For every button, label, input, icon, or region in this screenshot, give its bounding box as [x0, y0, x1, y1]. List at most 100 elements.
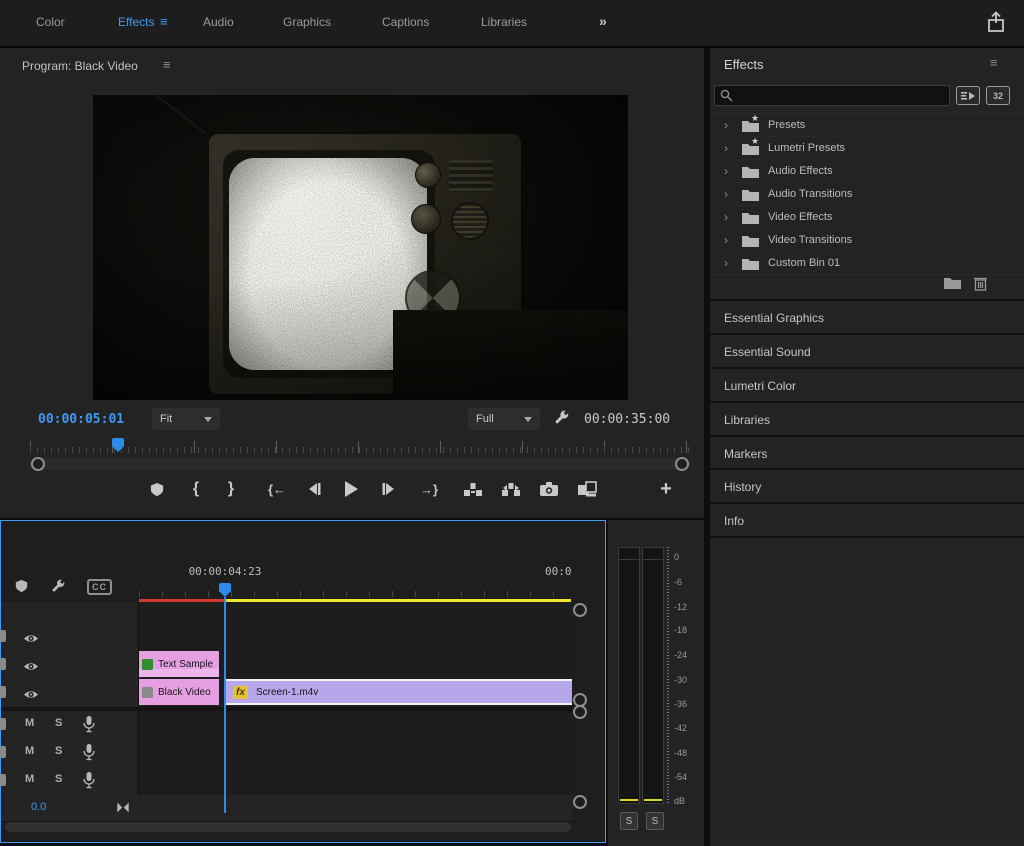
vscroll-handle[interactable] [573, 795, 587, 809]
sync-lock-icon[interactable] [0, 718, 6, 730]
tab-graphics[interactable]: Graphics [283, 15, 331, 29]
meter-level [620, 799, 638, 801]
sync-lock-icon[interactable] [0, 686, 6, 698]
expand-chevron-icon[interactable]: › [724, 164, 738, 178]
tree-item-audio-effects[interactable]: › Audio Effects [710, 160, 1024, 183]
step-back-button[interactable] [303, 478, 325, 500]
clip-text-sample[interactable]: Text Sample [139, 651, 219, 677]
mute-button[interactable]: M [25, 717, 34, 729]
panel-tab-libraries[interactable]: Libraries [710, 401, 1024, 437]
mark-in-button[interactable]: { [185, 478, 207, 500]
playback-resolution-dropdown[interactable]: Full [468, 408, 540, 430]
vscroll-handle[interactable] [573, 603, 587, 617]
voiceover-mic-icon[interactable] [83, 772, 95, 794]
accelerated-effects-filter-icon[interactable] [956, 86, 980, 105]
tab-effects[interactable]: Effects [118, 15, 154, 29]
master-gain-value[interactable]: 0.0 [31, 801, 46, 813]
panel-tab-history[interactable]: History [710, 468, 1024, 504]
tab-libraries[interactable]: Libraries [481, 15, 527, 29]
add-marker-button[interactable] [146, 478, 168, 500]
comparison-view-button[interactable] [576, 478, 598, 500]
sync-lock-icon[interactable] [0, 630, 6, 642]
workspace-menu-icon[interactable]: ≡ [160, 14, 168, 29]
expand-chevron-icon[interactable]: › [724, 210, 738, 224]
tab-captions[interactable]: Captions [382, 15, 429, 29]
effects-panel-menu-icon[interactable]: ≡ [990, 55, 998, 70]
delete-trash-icon[interactable] [974, 276, 987, 296]
program-monitor-menu-icon[interactable]: ≡ [163, 57, 171, 72]
timeline-marker-icon[interactable] [15, 579, 28, 598]
folder-icon [742, 257, 759, 270]
settings-wrench-icon[interactable] [554, 410, 570, 431]
monitor-scrollbar[interactable] [30, 457, 690, 470]
goto-out-button[interactable]: →} [414, 478, 444, 500]
mute-button[interactable]: M [25, 773, 34, 785]
step-forward-button[interactable] [378, 478, 400, 500]
sync-lock-icon[interactable] [0, 658, 6, 670]
search-input[interactable] [739, 87, 943, 106]
mark-out-button[interactable]: } [220, 478, 242, 500]
extract-button[interactable] [500, 478, 522, 500]
expand-chevron-icon[interactable]: › [724, 187, 738, 201]
tab-color[interactable]: Color [36, 15, 65, 29]
track-output-eye-icon[interactable] [23, 631, 39, 649]
fit-sequence-icon[interactable] [115, 801, 131, 819]
solo-button[interactable]: S [55, 773, 62, 785]
export-frame-camera-button[interactable] [538, 478, 560, 500]
audio-meters-panel: 0 -6 -12 -18 -24 -30 -36 -42 -48 -54 dB … [608, 520, 704, 846]
32bit-color-filter-icon[interactable]: 32 [986, 86, 1010, 105]
sync-lock-icon[interactable] [0, 774, 6, 786]
panel-tab-essential-graphics[interactable]: Essential Graphics [710, 299, 1024, 335]
vscroll-handle[interactable] [573, 705, 587, 719]
tabs-overflow-icon[interactable]: » [599, 13, 605, 29]
meter-solo-right-button[interactable]: S [646, 812, 664, 830]
clip-screen-1-m4v[interactable]: fx Screen-1.m4v [225, 679, 572, 705]
clip-black-video[interactable]: Black Video [139, 679, 219, 705]
track-output-eye-icon[interactable] [23, 659, 39, 677]
goto-in-button[interactable]: {← [262, 478, 292, 500]
panel-tab-essential-sound[interactable]: Essential Sound [710, 333, 1024, 369]
captions-cc-icon[interactable]: CC [87, 579, 112, 595]
tab-audio[interactable]: Audio [203, 15, 234, 29]
panel-tab-markers[interactable]: Markers [710, 435, 1024, 471]
button-editor-plus[interactable]: + [655, 478, 677, 500]
solo-button[interactable]: S [55, 745, 62, 757]
folder-icon [742, 211, 759, 224]
tree-item-audio-transitions[interactable]: › Audio Transitions [710, 183, 1024, 206]
sync-lock-icon[interactable] [0, 746, 6, 758]
zoom-level-dropdown[interactable]: Fit [152, 408, 220, 430]
timeline-ruler[interactable]: 00:0 [139, 565, 574, 599]
timeline-settings-wrench-icon[interactable] [51, 579, 66, 599]
effects-search-box[interactable] [714, 85, 950, 106]
expand-chevron-icon[interactable]: › [724, 141, 738, 155]
meter-solo-left-button[interactable]: S [620, 812, 638, 830]
new-custom-bin-icon[interactable] [944, 276, 961, 294]
solo-button[interactable]: S [55, 717, 62, 729]
voiceover-mic-icon[interactable] [83, 744, 95, 766]
tree-item-lumetri-presets[interactable]: › ★ Lumetri Presets [710, 137, 1024, 160]
expand-chevron-icon[interactable]: › [724, 233, 738, 247]
tree-item-presets[interactable]: › ★ Presets [710, 114, 1024, 137]
expand-chevron-icon[interactable]: › [724, 256, 738, 270]
panel-tab-lumetri-color[interactable]: Lumetri Color [710, 367, 1024, 403]
voiceover-mic-icon[interactable] [83, 716, 95, 738]
scroll-handle-right[interactable] [675, 457, 689, 471]
panel-tab-info[interactable]: Info [710, 502, 1024, 538]
mute-button[interactable]: M [25, 745, 34, 757]
play-button[interactable] [340, 478, 362, 500]
chevron-down-icon [204, 417, 212, 422]
workspace-bar: Color Effects ≡ Audio Graphics Captions … [0, 0, 1024, 48]
meter-scale-label: -24 [674, 650, 687, 660]
clip-badge-icon [142, 687, 153, 698]
tree-item-video-transitions[interactable]: › Video Transitions [710, 229, 1024, 252]
scroll-handle-left[interactable] [31, 457, 45, 471]
lift-button[interactable] [462, 478, 484, 500]
timeline-hscrollbar[interactable] [5, 822, 571, 832]
expand-chevron-icon[interactable]: › [724, 118, 738, 132]
track-output-eye-icon[interactable] [23, 687, 39, 705]
monitor-scrub-ruler[interactable] [30, 440, 690, 453]
export-share-icon[interactable] [985, 11, 1007, 38]
folder-star-icon: ★ [742, 142, 759, 155]
mogrt-badge-icon [142, 659, 153, 670]
tree-item-video-effects[interactable]: › Video Effects [710, 206, 1024, 229]
